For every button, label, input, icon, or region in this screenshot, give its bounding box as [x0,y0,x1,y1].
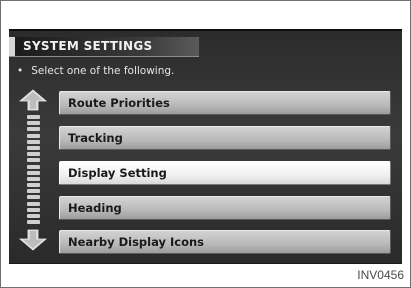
instruction-label: Select one of the following. [31,65,175,77]
menu-item-label: Heading [68,201,122,215]
menu-item-nearby-display-icons[interactable]: Nearby Display Icons [59,230,391,254]
instruction-text: • Select one of the following. [17,65,174,77]
instruction-bullet: • [17,65,24,77]
menu-item-label: Tracking [68,131,123,145]
menu-item-label: Nearby Display Icons [68,235,205,249]
title-bar: SYSTEM SETTINGS [9,37,199,57]
menu-item-label: Display Setting [68,166,167,180]
menu-item-tracking[interactable]: Tracking [59,126,391,150]
menu-item-route-priorities[interactable]: Route Priorities [59,91,391,115]
arrow-down-icon[interactable] [18,229,48,251]
figure-code: INV0456 [357,268,404,282]
menu-item-display-setting[interactable]: Display Setting [59,161,391,185]
scroll-track[interactable] [27,115,40,225]
title-tab [9,37,15,56]
arrow-up-icon[interactable] [18,89,48,111]
figure-frame: SYSTEM SETTINGS • Select one of the follo… [0,0,411,288]
menu-item-heading[interactable]: Heading [59,196,391,220]
menu-item-label: Route Priorities [68,96,170,110]
page-title: SYSTEM SETTINGS [23,39,153,53]
nav-screen: SYSTEM SETTINGS • Select one of the follo… [9,29,402,264]
